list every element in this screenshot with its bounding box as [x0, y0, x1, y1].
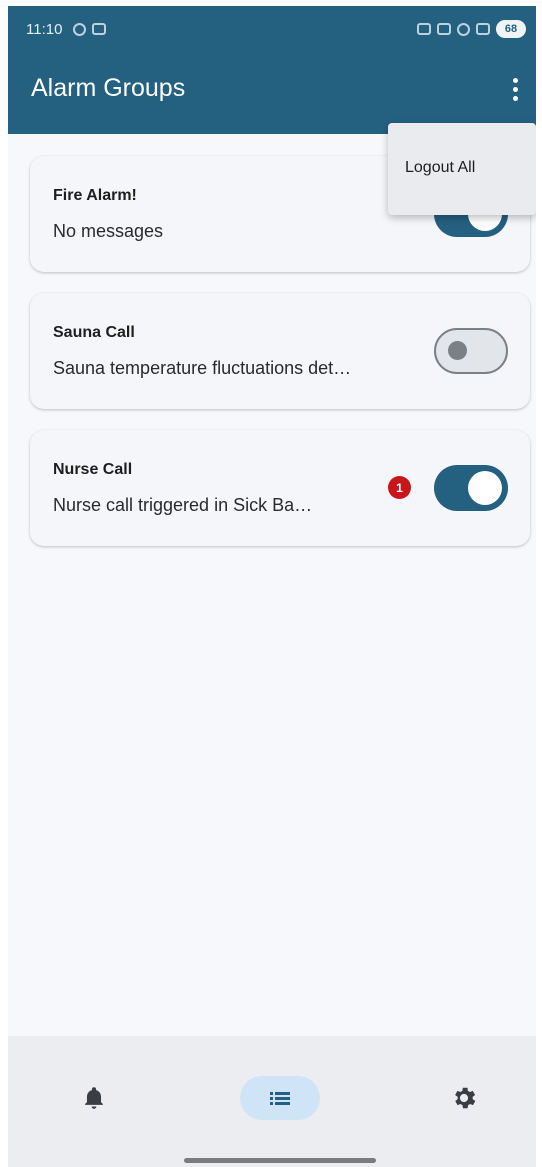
group-toggle[interactable] [434, 328, 508, 374]
nav-alarms[interactable] [54, 1076, 134, 1120]
group-toggle[interactable] [434, 465, 508, 511]
group-title: Fire Alarm! [53, 187, 137, 204]
status-system-icons: 68 [417, 20, 526, 38]
mute-icon [437, 23, 451, 35]
wifi-icon [457, 22, 470, 36]
battery-icon: 68 [496, 20, 526, 38]
nav-selected-indicator [240, 1076, 320, 1120]
signal-icon [476, 23, 490, 35]
message-icon [92, 23, 106, 35]
bell-icon [85, 1087, 103, 1109]
unread-badge: 1 [388, 476, 411, 499]
group-title: Sauna Call [53, 324, 135, 341]
key-icon [417, 23, 431, 35]
group-card-sauna-call[interactable]: Sauna Call Sauna temperature fluctuation… [30, 293, 530, 409]
status-notification-icons [73, 23, 106, 36]
group-subtitle: Nurse call triggered in Sick Ba… [53, 495, 313, 515]
group-subtitle: No messages [53, 221, 164, 241]
top-app-bar: 11:10 68 Alarm Groups [8, 6, 536, 134]
page-title: Alarm Groups [31, 74, 186, 102]
nav-settings[interactable] [424, 1076, 504, 1120]
screenshot-icon [73, 23, 86, 36]
overflow-menu-button[interactable] [502, 72, 528, 106]
status-time: 11:10 [26, 21, 63, 38]
status-bar: 11:10 68 [8, 6, 536, 54]
nav-groups[interactable] [240, 1076, 320, 1120]
logout-all-menu-item[interactable]: Logout All [405, 159, 475, 177]
group-card-nurse-call[interactable]: Nurse Call Nurse call triggered in Sick … [30, 430, 530, 546]
overflow-menu: Logout All [388, 123, 536, 215]
more-vert-icon [512, 77, 518, 83]
gear-icon [455, 1087, 476, 1109]
list-icon [270, 1092, 290, 1105]
phone-screen: 11:10 68 Alarm Groups Fire Alarm! No mes… [8, 6, 536, 1167]
group-subtitle: Sauna temperature fluctuations det… [53, 358, 352, 378]
group-title: Nurse Call [53, 461, 133, 478]
bottom-navigation [8, 1036, 536, 1167]
gesture-handle [184, 1158, 376, 1163]
